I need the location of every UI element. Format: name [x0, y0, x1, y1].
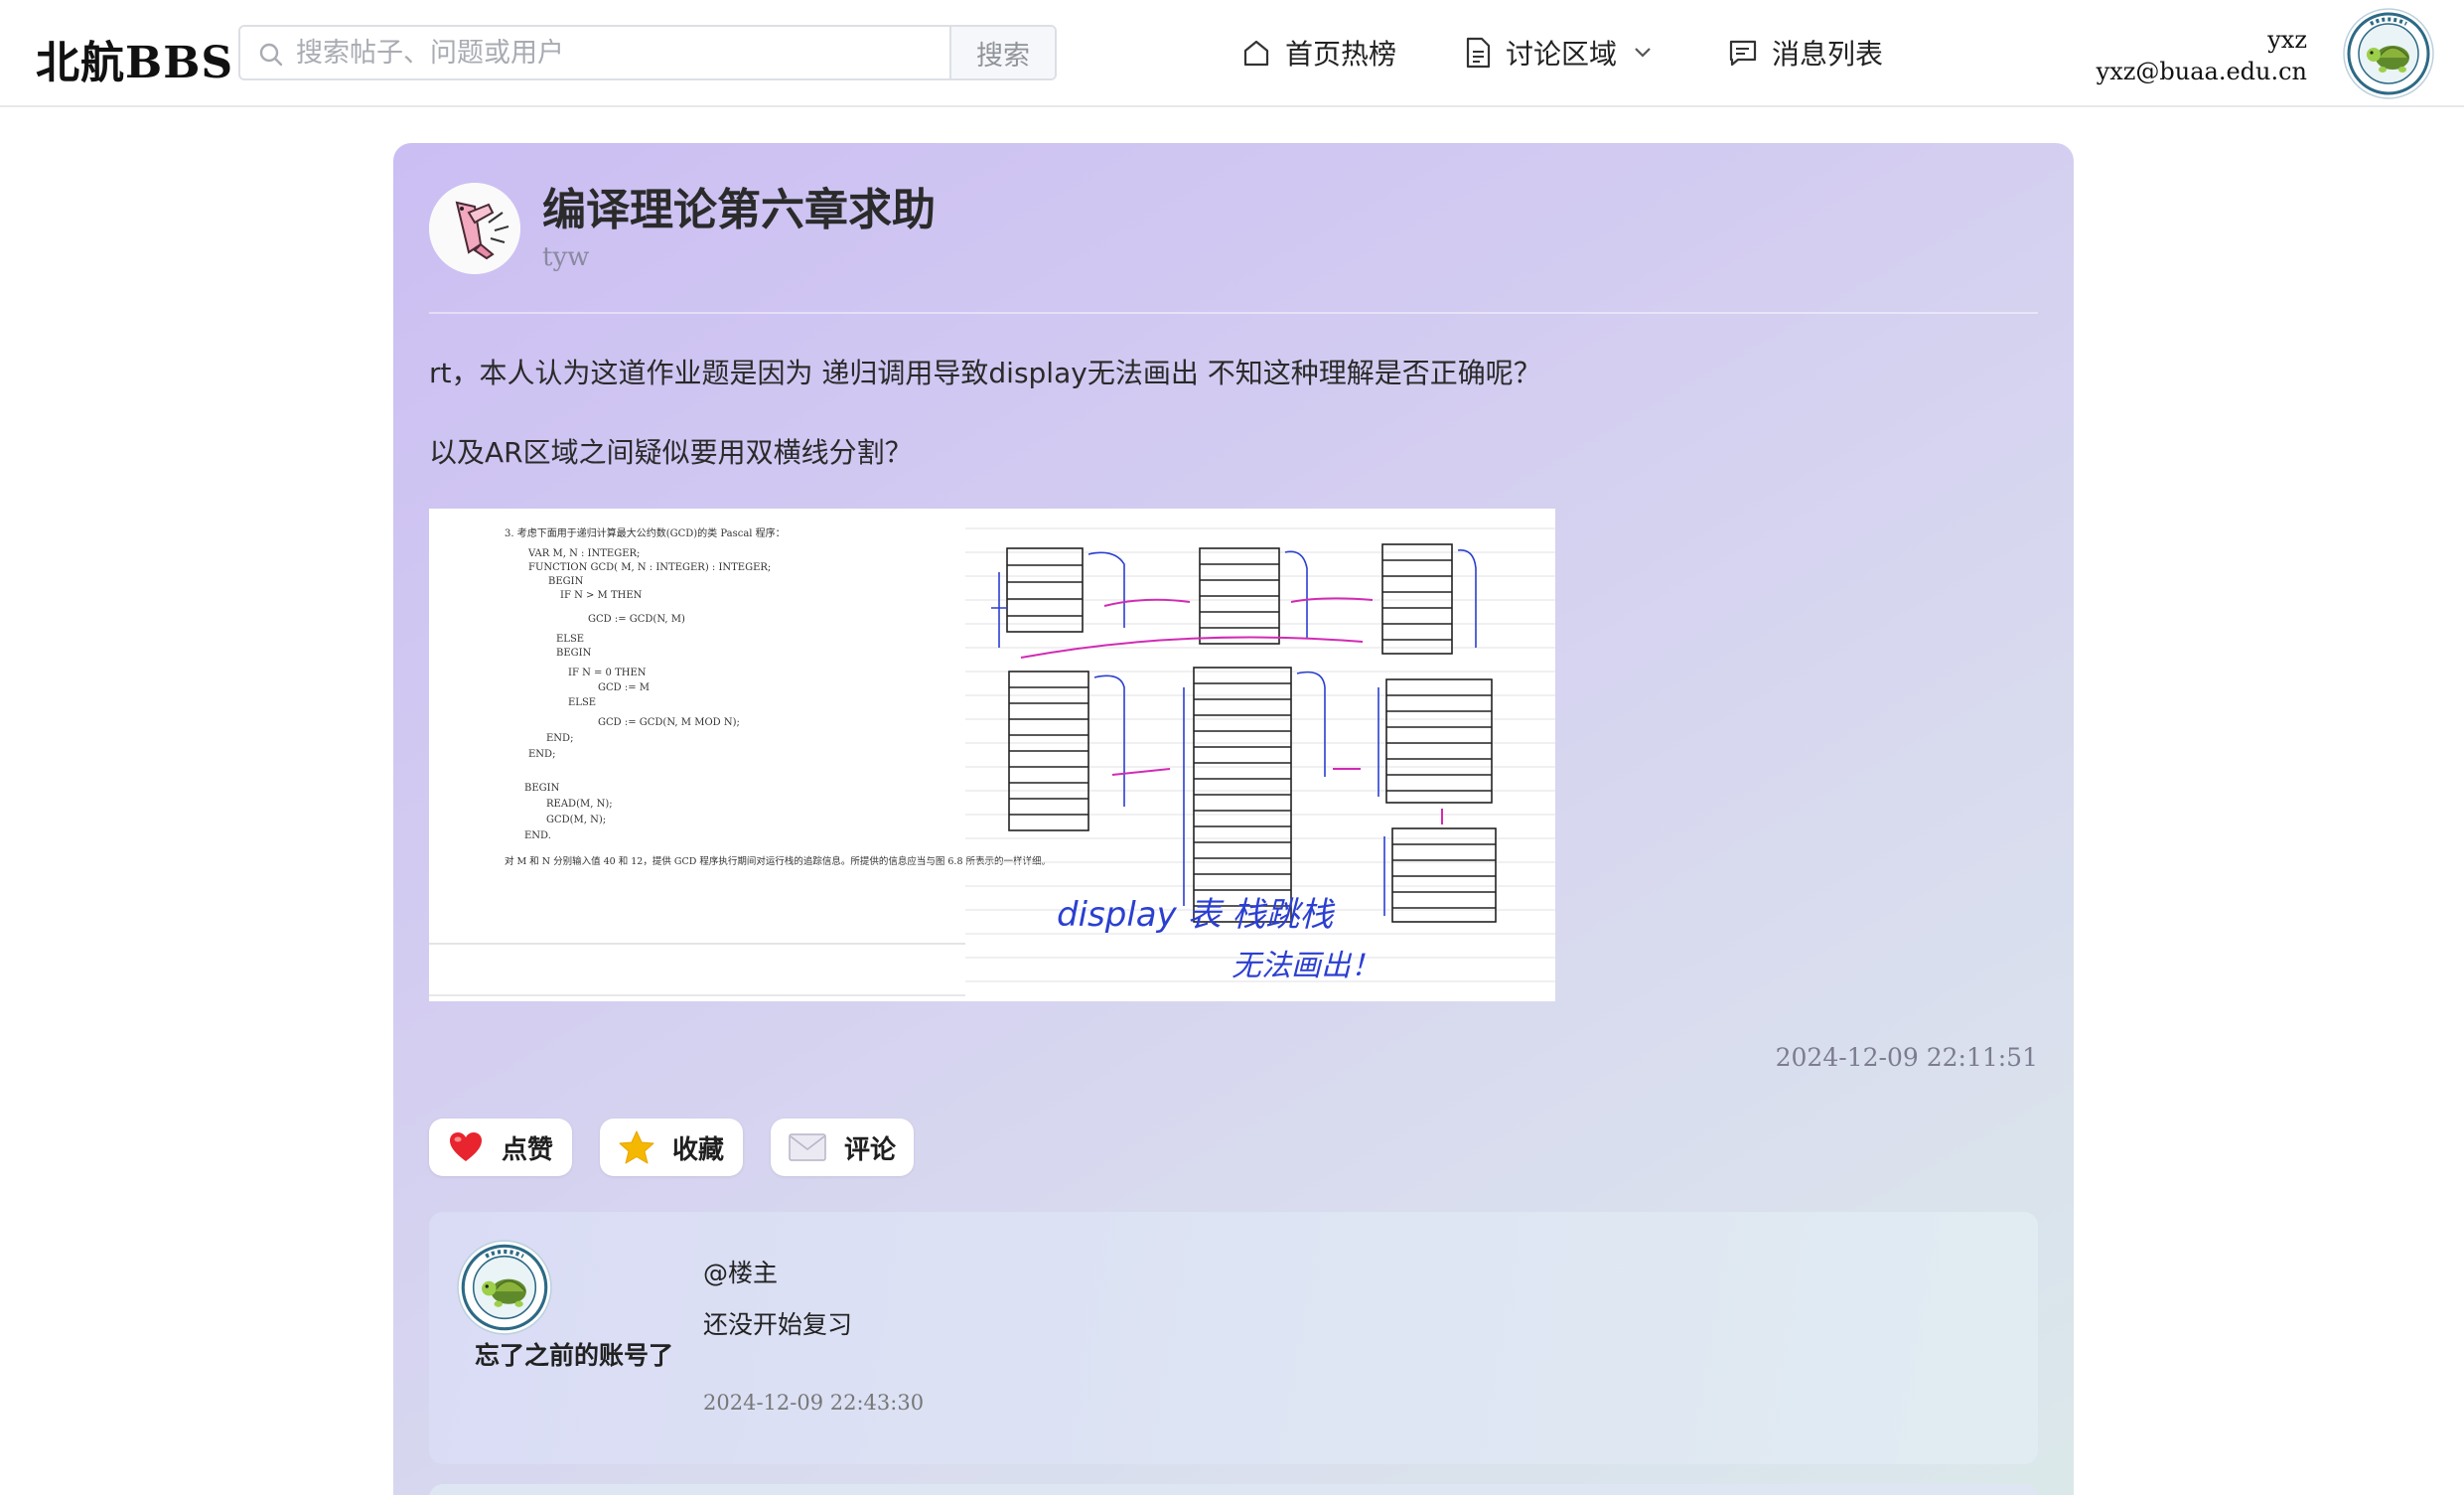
like-button[interactable]: 点赞: [429, 1119, 572, 1176]
post-paragraph: rt，本人认为这道作业题是因为 递归调用导致display无法画出 不知这种理解…: [429, 357, 1541, 389]
image-code-line: GCD := GCD(N, M MOD N);: [598, 717, 740, 728]
post-content: rt，本人认为这道作业题是因为 递归调用导致display无法画出 不知这种理解…: [429, 354, 2038, 473]
post-timestamp: 2024-12-09 22:11:51: [1775, 1043, 2038, 1072]
comment-label: 评论: [843, 1134, 896, 1165]
image-code-line: GCD := M: [598, 682, 650, 693]
image-code-line: BEGIN: [524, 783, 560, 794]
heart-icon: [449, 1132, 482, 1161]
comment-item-next: [429, 1484, 2038, 1495]
user-info[interactable]: yxz yxz@buaa.edu.cn: [2097, 24, 2307, 87]
site-logo[interactable]: 北航BBS: [36, 27, 233, 90]
document-icon: [1466, 37, 1491, 69]
message-icon: [1729, 40, 1757, 67]
user-name: yxz: [2267, 26, 2307, 54]
user-email: yxz@buaa.edu.cn: [2096, 58, 2307, 85]
like-label: 点赞: [501, 1134, 553, 1165]
favorite-label: 收藏: [671, 1134, 724, 1165]
post-image[interactable]: 3. 考虑下面用于递归计算最大公约数(GCD)的类 Pascal 程序： VAR…: [429, 509, 1555, 1001]
nav-discussion-area[interactable]: 讨论区域: [1464, 30, 1667, 75]
nav-home-hot[interactable]: 首页热榜: [1241, 30, 1396, 75]
image-handwriting: display 表 栈跳栈: [1057, 895, 1335, 935]
commenter-name[interactable]: 忘了之前的账号了: [475, 1339, 673, 1373]
user-avatar[interactable]: [2343, 8, 2434, 99]
image-code-line: IF N = 0 THEN: [568, 668, 647, 678]
comment-button[interactable]: 评论: [771, 1119, 914, 1176]
nav-messages[interactable]: 消息列表: [1728, 30, 1883, 75]
image-code-line: END;: [528, 749, 555, 760]
star-icon: [619, 1130, 654, 1164]
image-footer-text: 对 M 和 N 分别输入值 40 和 12，提供 GCD 程序执行期间对运行栈的…: [505, 855, 1051, 867]
image-code-line: IF N > M THEN: [560, 590, 643, 601]
image-code-line: READ(M, N);: [546, 799, 613, 810]
image-code-line: BEGIN: [548, 576, 584, 587]
search-icon: [259, 43, 283, 67]
home-icon: [1243, 40, 1269, 67]
commenter-avatar[interactable]: [457, 1240, 552, 1335]
comment-text: 还没开始复习: [703, 1310, 853, 1339]
comment-item: 忘了之前的账号了 @楼主 还没开始复习 2024-12-09 22:43:30: [429, 1212, 2038, 1464]
post-header: 编译理论第六章求助 tyw: [429, 183, 2038, 314]
post-card: 编译理论第六章求助 tyw rt，本人认为这道作业题是因为 递归调用导致disp…: [393, 143, 2074, 1495]
image-code-line: END;: [546, 733, 573, 744]
nav-area-label: 讨论区域: [1506, 38, 1618, 71]
image-question-text: 3. 考虑下面用于递归计算最大公约数(GCD)的类 Pascal 程序：: [505, 526, 786, 539]
post-title: 编译理论第六章求助: [542, 185, 936, 235]
image-handwriting: 无法画出！: [1232, 949, 1380, 983]
author-avatar[interactable]: [429, 183, 520, 274]
comment-mention: @楼主: [703, 1259, 779, 1287]
image-code-line: VAR M, N : INTEGER;: [527, 548, 640, 559]
post-paragraph: 以及AR区域之间疑似要用双横线分割？: [429, 436, 913, 469]
image-code-line: GCD := GCD(N, M): [588, 614, 685, 625]
chevron-down-icon: [1635, 48, 1651, 58]
search-bar: 搜索: [238, 25, 1057, 80]
search-button[interactable]: 搜索: [949, 27, 1055, 78]
nav-messages-label: 消息列表: [1772, 38, 1884, 71]
image-code-line: BEGIN: [556, 648, 592, 659]
nav-home-label: 首页热榜: [1285, 38, 1397, 71]
envelope-icon: [789, 1133, 826, 1161]
post-author[interactable]: tyw: [542, 242, 589, 272]
image-code-line: GCD(M, N);: [546, 815, 606, 825]
favorite-button[interactable]: 收藏: [600, 1119, 743, 1176]
image-code-line: FUNCTION GCD( M, N : INTEGER) : INTEGER;: [528, 562, 771, 573]
post-actions: 点赞 收藏 评论: [429, 1119, 914, 1176]
image-code-line: ELSE: [556, 634, 584, 645]
image-code-line: ELSE: [568, 697, 596, 708]
top-navbar: 北航BBS 搜索 首页热榜 讨论区域 消息列表: [0, 0, 2464, 107]
search-input[interactable]: [296, 27, 892, 78]
image-code-line: END.: [524, 830, 551, 841]
comment-timestamp: 2024-12-09 22:43:30: [703, 1391, 925, 1415]
